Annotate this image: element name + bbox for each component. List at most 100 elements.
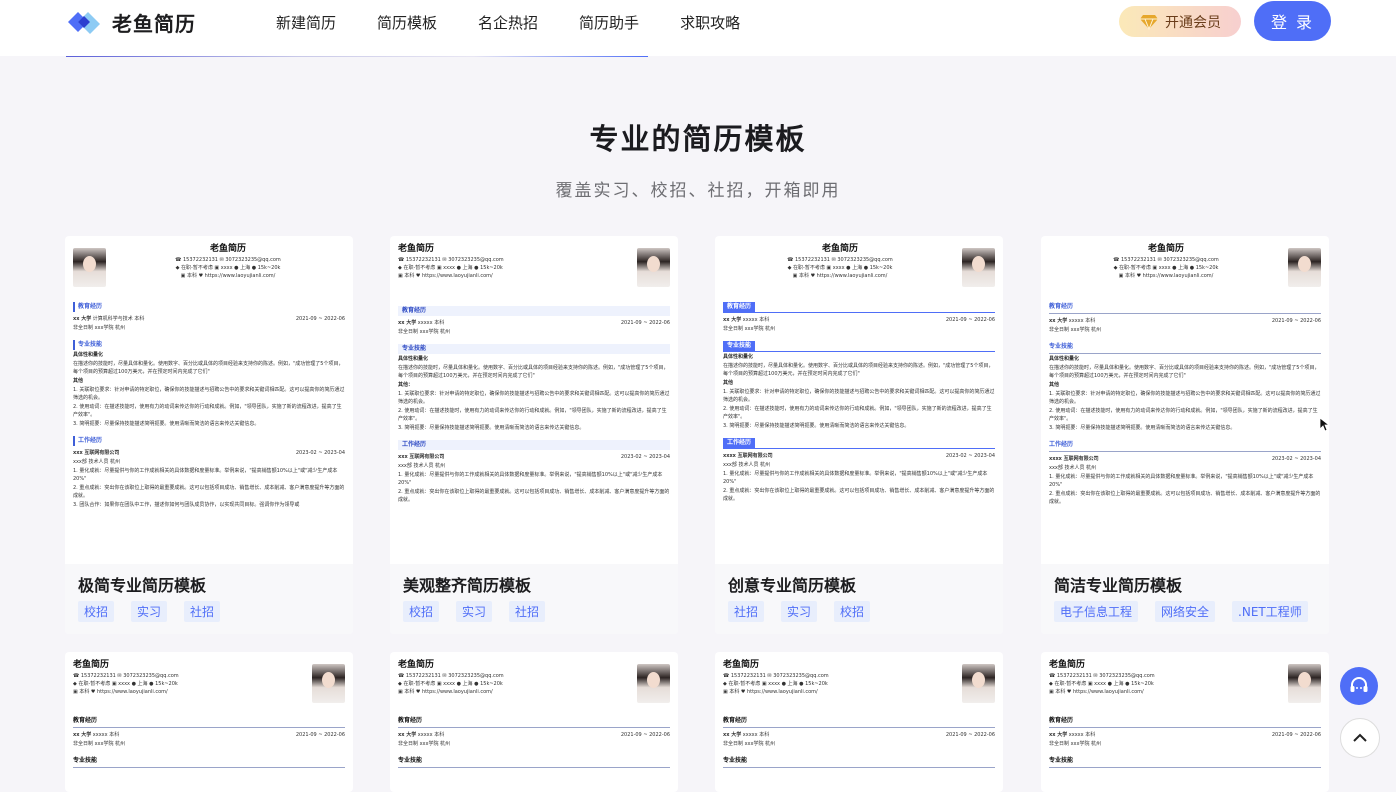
resume-intent: ◆ 在职-暂不考虑 ▣ xxxx ● 上海 ● 15k~20k	[398, 265, 503, 271]
tag[interactable]: 校招	[78, 601, 115, 622]
card-tags: 校招 实习 社招	[403, 601, 562, 622]
tag[interactable]: 社招	[184, 601, 221, 622]
resume-work-row: xxx 互联网有限公司 2023-02 ~ 2023-04	[73, 450, 345, 456]
resume-edu-row: xx 大学 xxxxx 本科 2021-09 ~ 2022-06	[1049, 318, 1321, 324]
avatar	[1288, 664, 1321, 703]
resume-edu-heading: 教育经历	[723, 302, 756, 312]
resume-edu-detail: 非全日制 xxx学院 杭州	[1049, 327, 1102, 333]
avatar	[1288, 248, 1321, 287]
resume-work-item: 2. 重点成就：突出你在该职位上取得的最重要成就。这可以包括项目成功、销售增长、…	[1049, 491, 1321, 505]
resume-contact: ☎ 15372232131 ✉ 3072323235@qq.com	[787, 257, 893, 263]
resume-site: ▣ 本科 ♥ https://www.laoyujianli.com/	[73, 689, 168, 695]
card-tags: 社招 实习 校招	[728, 601, 887, 622]
avatar	[962, 664, 995, 703]
resume-edu-row: xx 大学 xxxxx 本科 2021-09 ~ 2022-06	[73, 732, 345, 738]
resume-edu-heading: 教育经历	[723, 716, 995, 728]
resume-work-item: 2. 重点成就：突出你在该职位上取得的最重要成就。这可以包括项目成功、销售增长、…	[723, 488, 995, 502]
tag[interactable]: 电子信息工程	[1054, 601, 1139, 622]
nav-resume-assistant[interactable]: 简历助手	[579, 12, 639, 33]
template-card-concise[interactable]: 老鱼简历 ☎ 15372232131 ✉ 3072323235@qq.com ◆…	[1041, 236, 1329, 634]
resume-skill-item: 3. 简明扼要：尽量保持技能描述简明扼要。使用清晰而简洁的语言来传达关键信息。	[723, 423, 910, 429]
resume-work-detail: xxx部 技术人员 杭州	[73, 459, 121, 465]
tag[interactable]: 社招	[728, 601, 765, 622]
avatar	[637, 664, 670, 703]
resume-work-row: xxxx 互联网有限公司 2023-02 ~ 2023-04	[723, 453, 995, 459]
template-card[interactable]: 老鱼简历 ☎ 15372232131 ✉ 3072323235@qq.com ◆…	[1041, 652, 1329, 792]
resume-edu-heading: 教育经历	[1049, 302, 1321, 314]
card-title[interactable]: 简洁专业简历模板	[1054, 572, 1182, 596]
brand-name[interactable]: 老鱼简历	[112, 8, 196, 37]
login-button[interactable]: 登 录	[1254, 1, 1331, 41]
avatar	[962, 248, 995, 287]
template-card-minimal[interactable]: 老鱼简历 ☎ 15372232131 ✉ 3072323235@qq.com ◆…	[65, 236, 353, 634]
resume-edu-heading: 教育经历	[73, 716, 345, 728]
resume-skill-heading: 专业技能	[723, 756, 995, 768]
resume-edu-detail: 非全日制 xxx学院 杭州	[73, 325, 126, 331]
card-footer: 简洁专业简历模板 电子信息工程 网络安全 .NET工程师	[1041, 564, 1329, 634]
logo-icon[interactable]	[66, 8, 102, 36]
tag[interactable]: 网络安全	[1155, 601, 1216, 622]
tag[interactable]: 校招	[834, 601, 871, 622]
main-nav: 新建简历 简历模板 名企热招 简历助手 求职攻略	[276, 12, 781, 33]
resume-work-row: xxxx 互联网有限公司 2023-02 ~ 2023-04	[1049, 456, 1321, 462]
resume-work-item: 1. 量化成就：尽量提供与你的工作成就相关的具体数据和度量标准。举例来说，"提高…	[398, 472, 663, 486]
resume-edu-heading: 教育经历	[398, 306, 670, 316]
tag[interactable]: 校招	[403, 601, 440, 622]
template-card[interactable]: 老鱼简历 ☎ 15372232131 ✉ 3072323235@qq.com ◆…	[65, 652, 353, 792]
tag[interactable]: 社招	[509, 601, 546, 622]
resume-edu-detail: 非全日制 xxx学院 杭州	[723, 741, 776, 747]
card-footer: 创意专业简历模板 社招 实习 校招	[715, 564, 1003, 634]
resume-edu-detail: 非全日制 xxx学院 杭州	[398, 741, 451, 747]
resume-preview: 老鱼简历 ☎ 15372232131 ✉ 3072323235@qq.com ◆…	[65, 652, 353, 792]
resume-skill-heading: 专业技能	[723, 341, 756, 351]
resume-skill-item: 2. 使用动词：在描述技能时，使用有力的动词来传达你的行动和成就。例如，"领导团…	[398, 408, 667, 422]
resume-skill-text: 在描述你的技能时，尽量具体和量化。使用数字、百分比或具体的项目经验来支持你的陈述…	[1049, 365, 1320, 379]
nav-templates[interactable]: 简历模板	[377, 12, 437, 33]
resume-skill-heading: 专业技能	[73, 756, 345, 768]
resume-preview: 老鱼简历 ☎ 15372232131 ✉ 3072323235@qq.com ◆…	[390, 652, 678, 792]
vip-button[interactable]: 开通会员	[1119, 6, 1241, 37]
customer-service-button[interactable]	[1340, 667, 1378, 705]
tag[interactable]: .NET工程师	[1232, 601, 1308, 622]
resume-edu-heading: 教育经历	[1049, 716, 1321, 728]
resume-name: 老鱼简历	[1049, 660, 1086, 670]
resume-name: 老鱼简历	[1147, 244, 1184, 254]
template-card[interactable]: 老鱼简历 ☎ 15372232131 ✉ 3072323235@qq.com ◆…	[390, 652, 678, 792]
resume-contact: ☎ 15372232131 ✉ 3072323235@qq.com	[1049, 673, 1155, 679]
resume-work-item: 3. 团队合作：如果你在团队中工作，描述你如何与团队成员协作，以实现共同目标。强…	[73, 502, 300, 508]
template-card-creative[interactable]: 老鱼简历 ☎ 15372232131 ✉ 3072323235@qq.com ◆…	[715, 236, 1003, 634]
resume-work-heading: 工作经历	[1049, 440, 1321, 452]
back-to-top-button[interactable]	[1340, 718, 1380, 758]
card-tags: 电子信息工程 网络安全 .NET工程师	[1054, 601, 1325, 622]
resume-name: 老鱼简历	[723, 660, 760, 670]
card-footer: 美观整齐简历模板 校招 实习 社招	[390, 564, 678, 634]
resume-edu-heading: 教育经历	[73, 302, 345, 312]
resume-edu-row: xx 大学 xxxxx 本科 2021-09 ~ 2022-06	[398, 732, 670, 738]
card-title[interactable]: 极简专业简历模板	[78, 572, 206, 596]
template-card-neat[interactable]: 老鱼简历 ☎ 15372232131 ✉ 3072323235@qq.com ◆…	[390, 236, 678, 634]
resume-site: ▣ 本科 ♥ https://www.laoyujianli.com/	[398, 273, 493, 279]
avatar	[637, 248, 670, 287]
resume-site: ▣ 本科 ♥ https://www.laoyujianli.com/	[792, 273, 888, 279]
card-title[interactable]: 美观整齐简历模板	[403, 572, 531, 596]
nav-job-guide[interactable]: 求职攻略	[680, 12, 740, 33]
top-nav-bar: 老鱼简历 新建简历 简历模板 名企热招 简历助手 求职攻略 开通会员 登 录	[0, 0, 1396, 56]
resume-preview: 老鱼简历 ☎ 15372232131 ✉ 3072323235@qq.com ◆…	[390, 236, 678, 564]
tag[interactable]: 实习	[456, 601, 493, 622]
resume-work-detail: xxx部 技术人员 杭州	[398, 463, 446, 469]
resume-skill-item: 2. 使用动词：在描述技能时，使用有力的动词来传达你的行动和成就。例如，"领导团…	[723, 406, 992, 420]
resume-site: ▣ 本科 ♥ https://www.laoyujianli.com/	[180, 273, 276, 279]
nav-new-resume[interactable]: 新建简历	[276, 12, 336, 33]
vip-label: 开通会员	[1165, 14, 1221, 31]
tag[interactable]: 实习	[131, 601, 168, 622]
resume-skill-item: 3. 简明扼要：尽量保持技能描述简明扼要。使用清晰而简洁的语言来传达关键信息。	[1049, 425, 1236, 431]
resume-skill-subhead: 具体性和量化	[73, 352, 104, 358]
resume-skill-item: 1. 关联职位要求：针对申请的特定职位，确保你的技能描述与招聘公告中的要求和关键…	[73, 387, 345, 401]
resume-edu-detail: 非全日制 xxx学院 杭州	[1049, 741, 1102, 747]
resume-work-detail: xxx部 技术人员 杭州	[1049, 465, 1097, 471]
card-title[interactable]: 创意专业简历模板	[728, 572, 856, 596]
resume-skill-subhead: 具体性和量化	[723, 354, 754, 360]
tag[interactable]: 实习	[781, 601, 818, 622]
nav-hot-jobs[interactable]: 名企热招	[478, 12, 538, 33]
template-card[interactable]: 老鱼简历 ☎ 15372232131 ✉ 3072323235@qq.com ◆…	[715, 652, 1003, 792]
